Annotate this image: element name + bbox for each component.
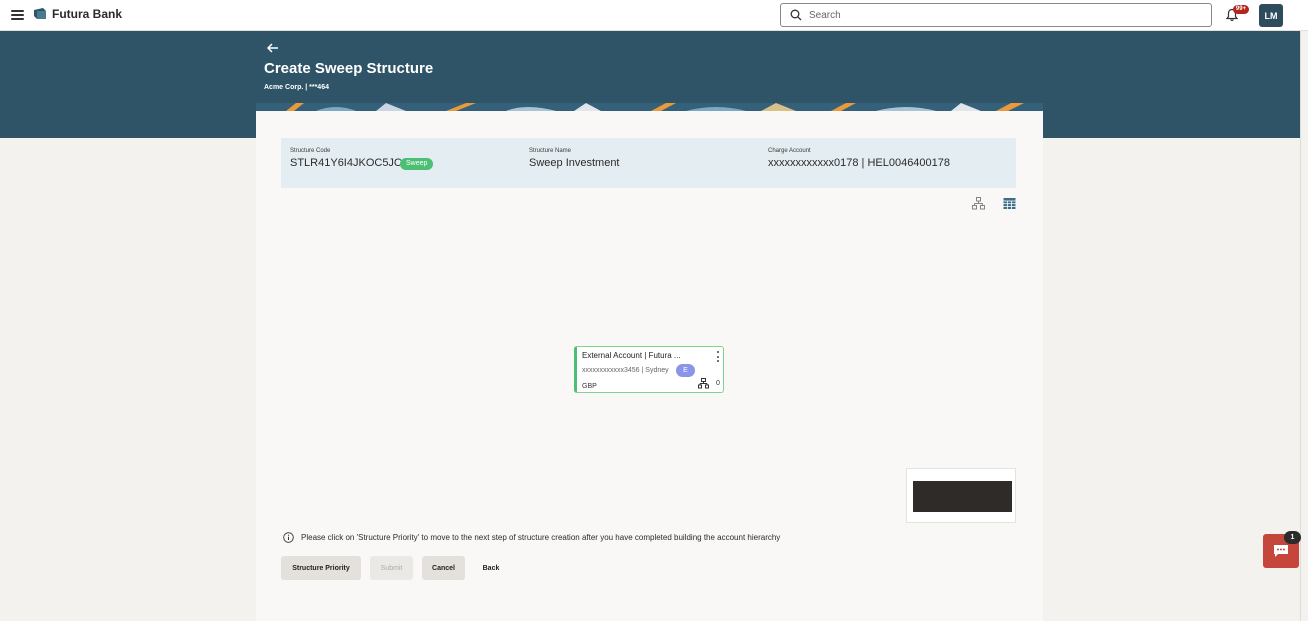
diagram-minimap[interactable] [906,468,1016,523]
search-icon [790,9,802,21]
avatar[interactable]: LM [1259,4,1283,27]
node-title: External Account | Futura ... [582,351,681,360]
search-input[interactable] [809,9,1189,21]
charge-account-label: Charge Account [768,148,811,154]
page-title: Create Sweep Structure [264,60,434,77]
info-note-text: Please click on 'Structure Priority' to … [301,533,781,542]
node-currency: GBP [582,383,597,390]
hierarchy-icon[interactable] [698,378,709,389]
banner-decoration [256,103,1043,111]
minimap-viewport[interactable] [913,481,1012,512]
submit-button[interactable]: Submit [370,556,413,580]
back-button[interactable]: Back [474,556,508,580]
hamburger-icon[interactable] [11,10,24,20]
table-view-icon[interactable] [1003,197,1016,210]
info-icon [283,532,294,543]
kebab-menu-icon[interactable] [717,351,720,362]
cancel-button[interactable]: Cancel [422,556,465,580]
search-box[interactable] [780,3,1212,27]
brand[interactable]: Futura Bank [33,7,122,21]
structure-code-label: Structure Code [290,148,331,154]
brand-name: Futura Bank [52,7,123,21]
chat-icon [1274,545,1288,557]
structure-code-value: STLR41Y6I4JKOC5JC [290,157,402,169]
back-arrow-icon[interactable] [266,42,280,54]
node-account: xxxxxxxxxxxx3456 | Sydney [582,367,669,374]
node-child-count: 0 [716,380,720,387]
info-note: Please click on 'Structure Priority' to … [283,532,780,543]
bank-logo-icon [34,8,46,19]
structure-type-badge: Sweep [400,158,434,170]
charge-account-value: xxxxxxxxxxxx0178 | HEL0046400178 [768,157,951,169]
structure-priority-button[interactable]: Structure Priority [281,556,361,580]
tree-view-icon[interactable] [972,197,985,210]
structure-name-label: Structure Name [529,148,572,154]
structure-name-value: Sweep Investment [529,157,620,169]
node-type-tag: E [676,364,695,377]
notification-badge: 99+ [1233,5,1249,14]
chat-badge: 1 [1284,531,1301,544]
top-bar: Futura Bank 99+ LM [0,0,1308,31]
page-scrollbar[interactable] [1300,31,1308,621]
page-subtitle: Acme Corp. | ***464 [264,84,329,91]
account-node[interactable]: External Account | Futura ... xxxxxxxxxx… [574,346,724,393]
